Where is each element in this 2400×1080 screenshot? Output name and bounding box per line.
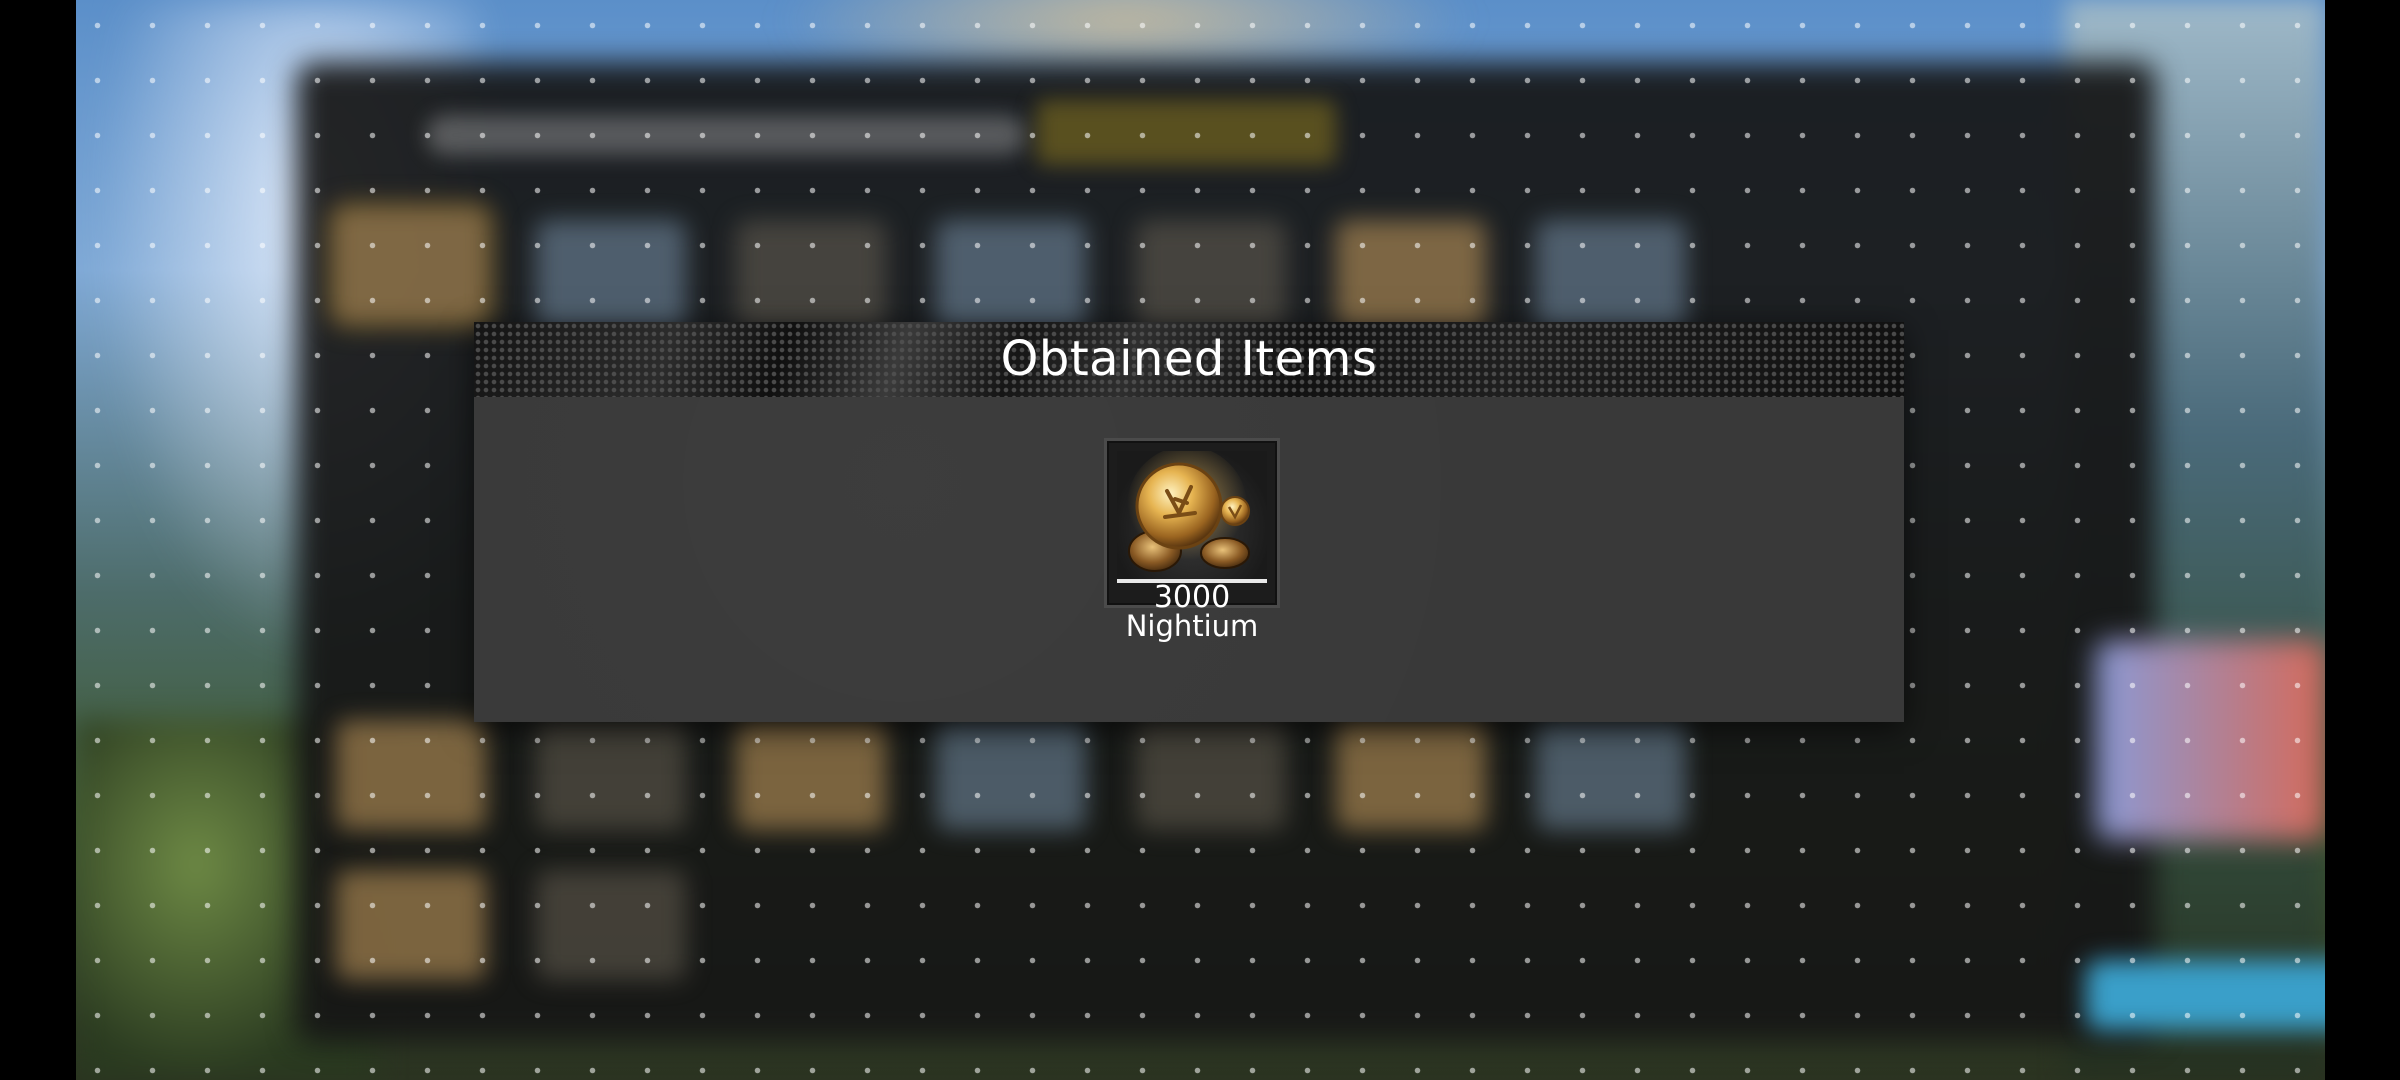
background-slot <box>536 870 686 980</box>
background-slot <box>1536 720 1686 830</box>
background-tab <box>1036 100 1336 165</box>
item-slot-frame: 3000 <box>1104 438 1280 615</box>
dialog-header: Obtained Items <box>474 322 1904 397</box>
background-action-button <box>2086 960 2325 1030</box>
background-slot <box>736 720 886 830</box>
nightium-coins-icon <box>1117 446 1267 579</box>
letterbox-right <box>2325 0 2400 1080</box>
background-slot <box>328 202 494 328</box>
background-slot <box>936 220 1086 330</box>
background-slot <box>1336 220 1486 330</box>
background-slot <box>1136 720 1286 830</box>
letterbox-left <box>0 0 76 1080</box>
background-slot <box>936 720 1086 830</box>
background-slot <box>336 870 486 980</box>
background-slot <box>1136 220 1286 330</box>
background-slot <box>1336 720 1486 830</box>
obtained-items-dialog[interactable]: Obtained Items 3000 Nightium <box>474 322 1904 722</box>
background-slot <box>1536 220 1686 330</box>
item-quantity: 3000 <box>1153 580 1231 615</box>
background-slot <box>536 220 686 330</box>
background-panel-header <box>426 115 1026 155</box>
background-slot <box>736 220 886 330</box>
background-character-card <box>2096 640 2325 840</box>
reward-item[interactable]: 3000 Nightium <box>1102 438 1282 644</box>
background-slot <box>336 720 486 830</box>
background-slot <box>536 720 686 830</box>
dialog-title: Obtained Items <box>1000 331 1378 387</box>
